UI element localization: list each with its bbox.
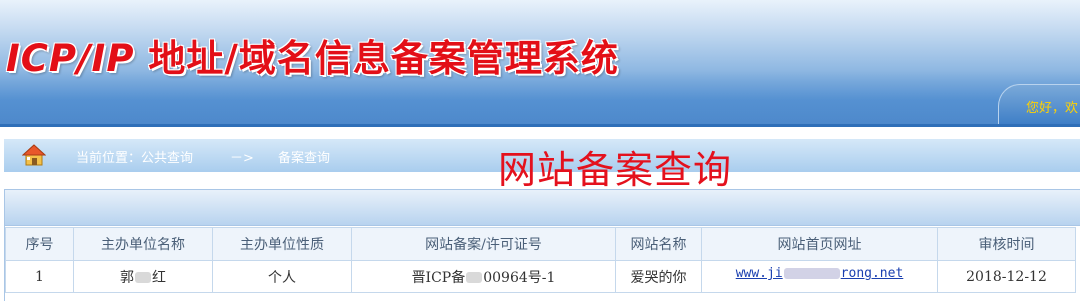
page-annotation: 网站备案查询 bbox=[498, 148, 733, 192]
column-header: 网站名称 bbox=[615, 227, 702, 261]
column-header: 主办单位性质 bbox=[212, 227, 352, 261]
column-header: 网站首页网址 bbox=[701, 227, 938, 261]
results-panel: 序号 主办单位名称 主办单位性质 网站备案/许可证号 网站名称 网站首页网址 审… bbox=[4, 189, 1080, 301]
cell-index: 1 bbox=[5, 260, 74, 293]
home-icon[interactable] bbox=[22, 144, 46, 166]
app-title: ICP/IP 地址/域名信息备案管理系统 bbox=[6, 28, 619, 82]
cell-license: 晋ICP备 00964号-1 bbox=[351, 260, 616, 293]
header-banner: ICP/IP 地址/域名信息备案管理系统 您好，欢 bbox=[0, 0, 1080, 124]
license-prefix: 晋ICP备 bbox=[411, 269, 466, 286]
redaction-mark bbox=[783, 268, 840, 279]
cell-review-date: 2018-12-12 bbox=[937, 260, 1076, 293]
app-title-latin: ICP/IP bbox=[6, 37, 135, 80]
cell-owner: 郭红 bbox=[73, 260, 213, 293]
cell-url[interactable]: www.ji rong.net bbox=[701, 260, 938, 293]
url-suffix: rong.net bbox=[840, 266, 904, 281]
redaction-mark bbox=[466, 272, 483, 283]
redaction-mark bbox=[135, 272, 151, 283]
column-header: 主办单位名称 bbox=[73, 227, 213, 261]
license-suffix: 00964号-1 bbox=[483, 269, 556, 286]
owner-suffix: 红 bbox=[152, 269, 166, 286]
cell-nature: 个人 bbox=[212, 260, 352, 293]
site-url-link[interactable]: www.ji rong.net bbox=[736, 266, 904, 281]
column-header: 序号 bbox=[5, 227, 74, 261]
user-greeting: 您好，欢 bbox=[1026, 101, 1079, 116]
column-header: 审核时间 bbox=[937, 227, 1076, 261]
table-header-row: 序号 主办单位名称 主办单位性质 网站备案/许可证号 网站名称 网站首页网址 审… bbox=[5, 227, 1076, 261]
cell-site-name: 爱哭的你 bbox=[615, 260, 702, 293]
banner-glow bbox=[0, 80, 1080, 124]
column-header: 网站备案/许可证号 bbox=[351, 227, 616, 261]
table-row: 1 郭红 个人 晋ICP备 00964号-1 爱哭的你 www.ji rong.ne… bbox=[5, 260, 1076, 293]
breadcrumb-arrow: －> bbox=[230, 151, 254, 166]
breadcrumb-current: 备案查询 bbox=[278, 151, 331, 166]
app-title-cjk: 地址/域名信息备案管理系统 bbox=[134, 37, 619, 80]
results-table: 序号 主办单位名称 主办单位性质 网站备案/许可证号 网站名称 网站首页网址 审… bbox=[5, 227, 1076, 293]
url-prefix: www.ji bbox=[735, 266, 783, 281]
breadcrumb-location: 当前位置：公共查询 bbox=[76, 151, 194, 166]
owner-prefix: 郭 bbox=[120, 269, 134, 286]
results-panel-header bbox=[5, 190, 1080, 226]
banner-divider bbox=[0, 124, 1080, 127]
